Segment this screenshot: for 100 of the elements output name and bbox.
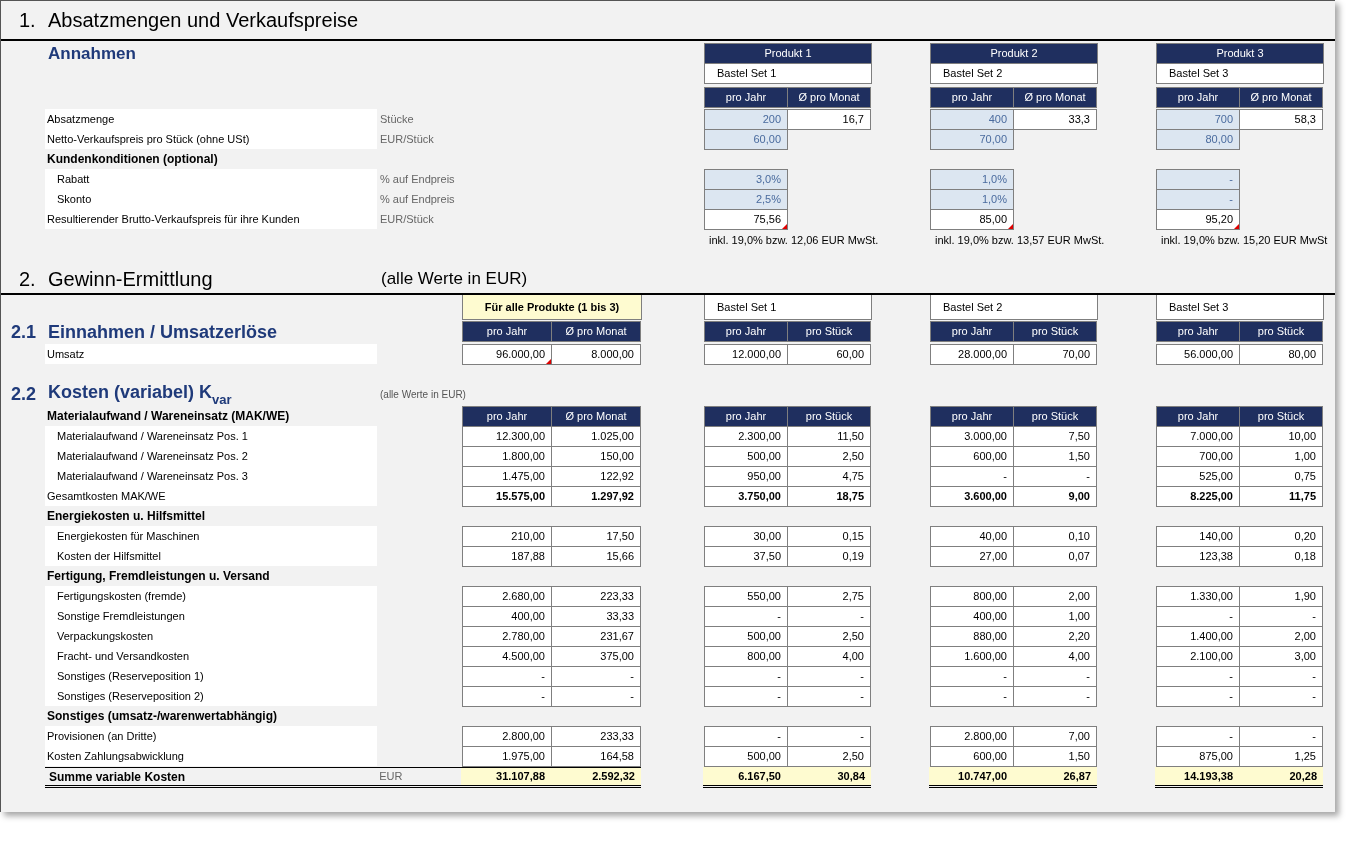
table-cell: 123,38 [1156,546,1240,567]
vat-note: inkl. 19,0% bzw. 15,20 EUR MwSt [1160,232,1328,248]
table-cell: 4,75 [787,466,871,487]
table-cell: 600,00 [930,746,1014,767]
table-cell: 30,00 [704,526,788,547]
table-cell: - [1239,686,1323,707]
table-cell: 400,00 [462,606,552,627]
table-cell: 15,66 [551,546,641,567]
column-header: pro Jahr [930,406,1014,427]
table-cell: 8.225,00 [1156,486,1240,507]
table-cell[interactable]: - [1156,189,1240,210]
table-cell: 8.000,00 [551,344,641,365]
product-name-cell: Bastel Set 2 [930,63,1098,84]
table-cell: 0,75 [1239,466,1323,487]
column-header: Produkt 3 [1156,43,1324,64]
table-cell: 800,00 [930,586,1014,607]
comment-marker-icon [1234,224,1239,229]
table-cell: 10.747,00 [929,767,1013,785]
unit-label: EUR [378,769,404,785]
table-cell: 1.330,00 [1156,586,1240,607]
table-cell: 2,50 [787,746,871,767]
table-cell[interactable]: 70,00 [930,129,1014,150]
table-cell: 525,00 [1156,466,1240,487]
table-cell: 1,50 [1013,446,1097,467]
table-cell: 14.193,38 [1155,767,1239,785]
table-cell: 3.750,00 [704,486,788,507]
column-header: pro Stück [1239,406,1323,427]
table-cell: - [704,606,788,627]
table-cell: - [787,686,871,707]
table-cell: - [462,666,552,687]
table-cell[interactable]: 400 [930,109,1014,130]
table-cell[interactable]: 200 [704,109,788,130]
table-cell: 950,00 [704,466,788,487]
unit-label: Stücke [379,111,414,127]
table-cell: 11,50 [787,426,871,447]
table-cell: 1.800,00 [462,446,552,467]
column-header: pro Jahr [704,321,788,342]
table-cell: 9,00 [1013,486,1097,507]
column-header: Ø pro Monat [787,87,871,108]
row-label: Netto-Verkaufspreis pro Stück (ohne USt) [45,129,377,149]
table-cell[interactable]: 3,0% [704,169,788,190]
table-cell: 96.000,00 [462,344,552,365]
section-number: 2. [18,267,37,292]
section-number: 2.2 [10,382,37,406]
table-cell: 2,50 [787,446,871,467]
table-cell: - [551,686,641,707]
table-cell: 164,58 [551,746,641,767]
table-cell: 1,00 [1013,606,1097,627]
column-header: pro Jahr [1156,406,1240,427]
table-cell: 2,50 [787,626,871,647]
table-cell: 2.780,00 [462,626,552,647]
table-cell: - [1239,606,1323,627]
table-cell: 400,00 [930,606,1014,627]
row-label: Skonto [45,189,377,209]
table-cell: - [787,606,871,627]
table-cell: 0,10 [1013,526,1097,547]
table-cell[interactable]: 60,00 [704,129,788,150]
table-cell: 0,20 [1239,526,1323,547]
table-cell: 6.167,50 [703,767,787,785]
table-cell: - [1013,686,1097,707]
column-header: pro Stück [1013,406,1097,427]
table-cell[interactable]: 80,00 [1156,129,1240,150]
table-cell: 80,00 [1239,344,1323,365]
table-cell: 7,00 [1013,726,1097,747]
table-cell: 31.107,88 [461,768,551,785]
table-cell: 880,00 [930,626,1014,647]
table-cell: 95,20 [1156,209,1240,230]
values-note: (alle Werte in EUR) [379,387,466,402]
table-cell: 0,18 [1239,546,1323,567]
table-cell[interactable]: 2,5% [704,189,788,210]
table-cell: - [1156,686,1240,707]
row-label: Kosten der Hilfsmittel [45,546,377,566]
row-label: Energiekosten für Maschinen [45,526,377,546]
row-label: Kosten Zahlungsabwicklung [45,746,377,766]
table-cell[interactable]: 1,0% [930,169,1014,190]
table-cell[interactable]: 1,0% [930,189,1014,210]
section-number: 1. [18,8,37,33]
table-cell: 2.100,00 [1156,646,1240,667]
row-label: Umsatz [45,344,377,364]
subsection-title: Einnahmen / Umsatzerlöse [47,321,278,343]
row-label: Fracht- und Versandkosten [45,646,377,666]
table-cell: 1.600,00 [930,646,1014,667]
table-cell: 0,19 [787,546,871,567]
table-cell: 7.000,00 [1156,426,1240,447]
table-cell: - [1156,606,1240,627]
table-cell: - [930,466,1014,487]
table-cell[interactable]: - [1156,169,1240,190]
column-header: pro Jahr [462,406,552,427]
unit-label: EUR/Stück [379,131,434,147]
table-cell: 30,84 [787,767,871,785]
product-name-cell: Bastel Set 3 [1156,295,1324,320]
table-cell: 3.000,00 [930,426,1014,447]
table-cell: - [704,726,788,747]
table-cell: 12.000,00 [704,344,788,365]
table-cell: 18,75 [787,486,871,507]
table-cell: 2,00 [1013,586,1097,607]
table-cell: 150,00 [551,446,641,467]
column-header: Ø pro Monat [551,321,641,342]
table-cell: 1,25 [1239,746,1323,767]
table-cell[interactable]: 700 [1156,109,1240,130]
